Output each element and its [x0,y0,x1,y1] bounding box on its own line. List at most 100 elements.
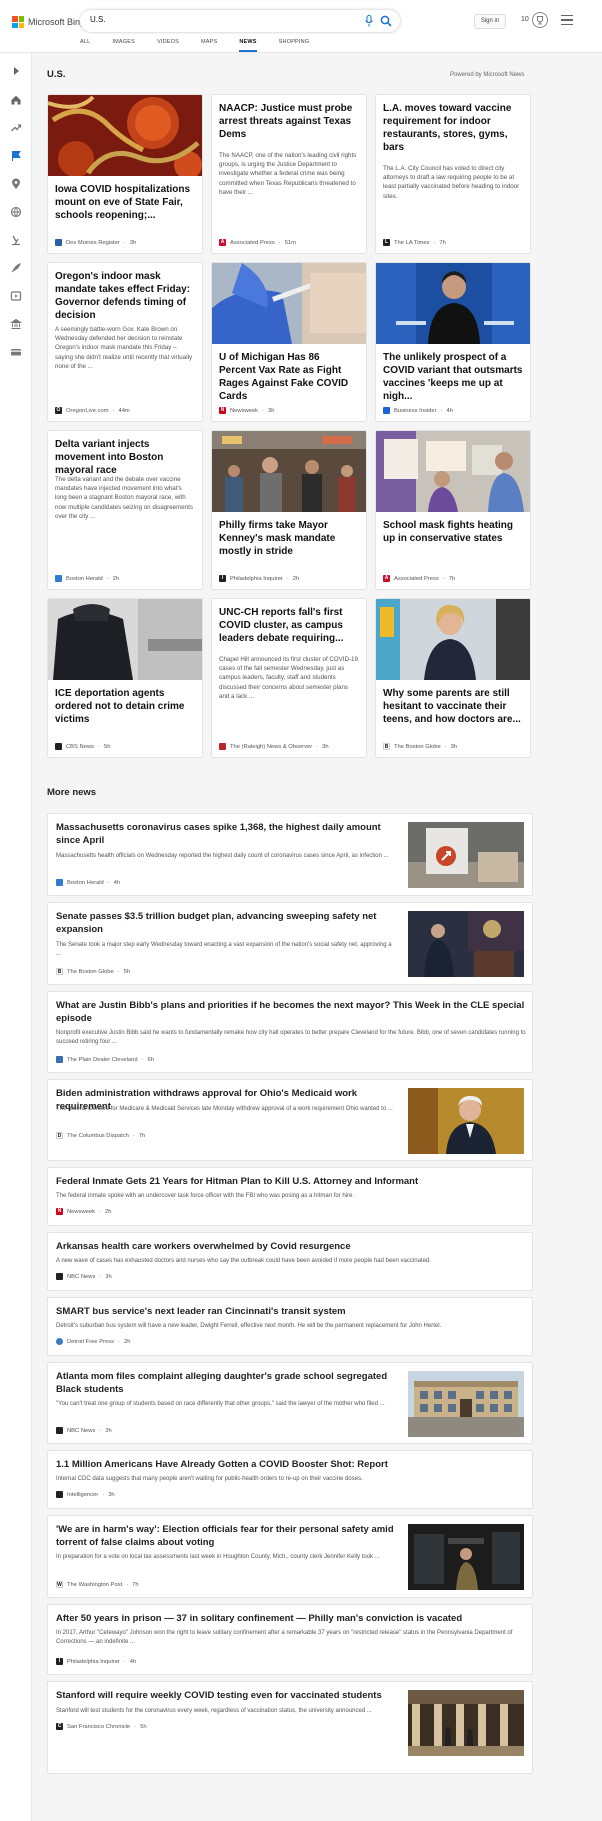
item-source[interactable]: The Plain Dealer Cleveland · 6h [56,1056,154,1063]
card-title[interactable]: The unlikely prospect of a COVID variant… [383,351,523,403]
more-news-item[interactable]: Senate passes $3.5 trillion budget plan,… [47,902,533,985]
card-source[interactable]: The (Raleigh) News & Observer · 3h [219,743,329,750]
politics-icon[interactable] [10,318,22,330]
news-card[interactable]: ICE deportation agents ordered not to de… [47,598,203,758]
item-source[interactable]: NBC News · 3h [56,1427,112,1434]
news-card[interactable]: Delta variant injects movement into Bost… [47,430,203,590]
item-source[interactable]: C San Francisco Chronicle · 5h [56,1723,147,1730]
card-source[interactable]: Business Insider · 4h [383,407,453,414]
card-source[interactable]: L The LA Times · 7h [383,239,446,246]
news-card[interactable]: NAACP: Justice must probe arrest threats… [211,94,367,254]
item-source[interactable]: B The Boston Globe · 5h [56,968,130,975]
card-title[interactable]: L.A. moves toward vaccine requirement fo… [383,102,523,154]
menu-icon[interactable] [561,15,573,26]
source-name: Associated Press [394,575,439,582]
card-title[interactable]: U of Michigan Has 86 Percent Vax Rate as… [219,351,359,403]
news-card[interactable]: Iowa COVID hospitalizations mount on eve… [47,94,203,254]
news-card[interactable]: School mask fights heating up in conserv… [375,430,531,590]
news-card[interactable]: U of Michigan Has 86 Percent Vax Rate as… [211,262,367,422]
news-card[interactable]: L.A. moves toward vaccine requirement fo… [375,94,531,254]
item-title[interactable]: What are Justin Bibb's plans and priorit… [56,999,526,1025]
bing-logo[interactable]: Microsoft Bing [12,15,85,29]
more-news-item[interactable]: Stanford will require weekly COVID testi… [47,1681,533,1774]
tab-images[interactable]: IMAGES [112,38,135,52]
news-card[interactable]: Philly firms take Mayor Kenney's mask ma… [211,430,367,590]
world-icon[interactable] [10,206,22,218]
card-source[interactable]: Boston Herald · 2h [55,575,119,582]
card-source[interactable]: CBS News · 5h [55,743,110,750]
search-icon[interactable] [380,15,392,27]
card-title[interactable]: Philly firms take Mayor Kenney's mask ma… [219,519,359,558]
card-title[interactable]: School mask fights heating up in conserv… [383,519,523,545]
news-card[interactable]: The unlikely prospect of a COVID variant… [375,262,531,422]
news-card[interactable]: Oregon's indoor mask mandate takes effec… [47,262,203,422]
more-news-item[interactable]: Federal Inmate Gets 21 Years for Hitman … [47,1167,533,1226]
item-title[interactable]: 'We are in harm's way': Election officia… [56,1523,401,1549]
sign-in-button[interactable]: Sign in [474,14,506,29]
card-source[interactable]: N Newsweek · 3h [219,407,274,414]
more-news-item[interactable]: What are Justin Bibb's plans and priorit… [47,991,533,1073]
item-title[interactable]: Senate passes $3.5 trillion budget plan,… [56,910,401,936]
item-title[interactable]: Arkansas health care workers overwhelmed… [56,1240,526,1253]
item-source[interactable]: Boston Herald · 4h [56,879,120,886]
card-title[interactable]: Oregon's indoor mask mandate takes effec… [55,270,195,322]
tab-shopping[interactable]: SHOPPING [279,38,310,52]
news-card[interactable]: Why some parents are still hesitant to v… [375,598,531,758]
technology-icon[interactable] [10,262,22,274]
home-icon[interactable] [10,94,22,106]
item-source[interactable]: Detroit Free Press · 2h [56,1338,130,1345]
more-news-item[interactable]: After 50 years in prison — 37 in solitar… [47,1604,533,1675]
more-news-item[interactable]: 'We are in harm's way': Election officia… [47,1515,533,1598]
card-source[interactable]: Des Moines Register · 3h [55,239,136,246]
card-source[interactable]: B The Boston Globe · 3h [383,743,457,750]
card-source[interactable]: A Associated Press · 7h [383,575,455,582]
item-title[interactable]: Federal Inmate Gets 21 Years for Hitman … [56,1175,526,1188]
item-source[interactable]: W The Washington Post · 7h [56,1581,139,1588]
trending-icon[interactable] [10,122,22,134]
location-icon[interactable] [10,178,22,190]
search-input[interactable]: U.S. [90,15,106,24]
tab-all[interactable]: ALL [80,38,90,52]
search-box[interactable]: U.S. [80,10,400,32]
powered-by-label[interactable]: Powered by Microsoft News [450,72,524,78]
money-icon[interactable] [10,346,22,358]
tab-maps[interactable]: MAPS [201,38,217,52]
item-title[interactable]: 1.1 Million Americans Have Already Gotte… [56,1458,526,1471]
more-news-item[interactable]: Biden administration withdraws approval … [47,1079,533,1161]
entertainment-icon[interactable] [10,290,22,302]
rewards-trophy-icon[interactable] [532,12,548,28]
item-title[interactable]: Stanford will require weekly COVID testi… [56,1689,401,1702]
card-title[interactable]: NAACP: Justice must probe arrest threats… [219,102,359,141]
card-title[interactable]: Iowa COVID hospitalizations mount on eve… [55,183,195,222]
card-source[interactable]: I Philadelphia Inquirer · 2h [219,575,299,582]
card-title[interactable]: Why some parents are still hesitant to v… [383,687,523,726]
tab-videos[interactable]: VIDEOS [157,38,179,52]
item-title[interactable]: After 50 years in prison — 37 in solitar… [56,1612,526,1625]
source-logo-icon: N [56,1208,63,1215]
item-source[interactable]: N Newsweek · 2h [56,1208,111,1215]
news-card[interactable]: UNC-CH reports fall's first COVID cluste… [211,598,367,758]
more-news-item[interactable]: SMART bus service's next leader ran Cinc… [47,1297,533,1356]
card-source[interactable]: A Associated Press · 51m [219,239,296,246]
card-title[interactable]: ICE deportation agents ordered not to de… [55,687,195,726]
more-news-item[interactable]: Massachusetts coronavirus cases spike 1,… [47,813,533,896]
card-source[interactable]: O OregonLive.com · 44m [55,407,130,414]
microphone-icon[interactable] [364,15,374,27]
item-source[interactable]: I Philadelphia Inquirer · 4h [56,1658,136,1665]
item-source[interactable]: D The Columbus Dispatch · 7h [56,1132,145,1139]
more-news-item[interactable]: Arkansas health care workers overwhelmed… [47,1232,533,1291]
science-icon[interactable] [10,234,22,246]
item-source[interactable]: NBC News · 3h [56,1273,112,1280]
more-news-item[interactable]: 1.1 Million Americans Have Already Gotte… [47,1450,533,1509]
flag-icon[interactable] [10,150,22,162]
card-title[interactable]: UNC-CH reports fall's first COVID cluste… [219,606,359,645]
item-title[interactable]: SMART bus service's next leader ran Cinc… [56,1305,526,1318]
item-title[interactable]: Massachusetts coronavirus cases spike 1,… [56,821,401,847]
more-news-item[interactable]: Atlanta mom files complaint alleging dau… [47,1362,533,1444]
item-title[interactable]: Atlanta mom files complaint alleging dau… [56,1370,401,1396]
tab-news[interactable]: NEWS [239,38,257,52]
expand-icon[interactable] [10,65,22,77]
item-source[interactable]: Intelligencer · 3h [56,1491,115,1498]
source-separator: · [107,879,110,886]
card-title[interactable]: Delta variant injects movement into Bost… [55,438,195,477]
